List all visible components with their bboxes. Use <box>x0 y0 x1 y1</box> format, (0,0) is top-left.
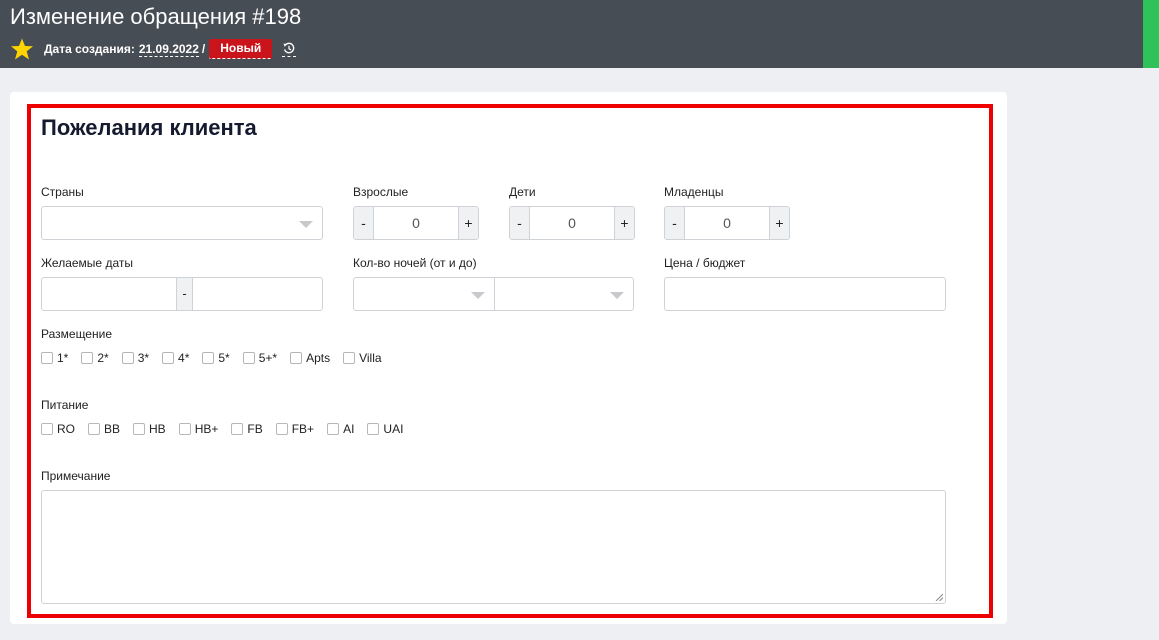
infants-plus-button[interactable]: + <box>769 207 789 239</box>
budget-input[interactable] <box>664 277 946 311</box>
resize-grip-icon[interactable] <box>935 593 943 601</box>
checkbox[interactable] <box>290 352 303 364</box>
checkbox[interactable] <box>178 423 191 435</box>
dates-range: - <box>41 277 323 311</box>
status-accent-strip <box>1143 0 1159 68</box>
infants-value[interactable]: 0 <box>685 207 769 239</box>
children-label: Дети <box>509 185 536 199</box>
infants-label: Младенцы <box>664 185 724 199</box>
top-header: Изменение обращения #198 Дата создания: … <box>0 0 1159 68</box>
accommodation-option-2[interactable]: 2* <box>81 351 109 365</box>
children-minus-button[interactable]: - <box>510 207 530 239</box>
checkbox[interactable] <box>242 352 255 364</box>
checkbox[interactable] <box>343 352 356 364</box>
budget-label: Цена / бюджет <box>664 256 746 270</box>
meal-option-hb[interactable]: HB <box>133 422 166 436</box>
checkbox[interactable] <box>327 423 340 435</box>
meal-options: RO BB HB HB+ FB FB+ AI UAI <box>41 422 416 436</box>
accommodation-option-3[interactable]: 3* <box>121 351 149 365</box>
infants-stepper: - 0 + <box>664 206 790 240</box>
adults-label: Взрослые <box>353 185 409 199</box>
meal-option-fb[interactable]: FB <box>231 422 263 436</box>
checkbox[interactable] <box>41 352 53 364</box>
children-plus-button[interactable]: + <box>614 207 634 239</box>
chevron-down-icon <box>610 292 624 299</box>
section-title: Пожелания клиента <box>41 115 257 140</box>
note-textarea[interactable] <box>41 490 946 604</box>
accommodation-option-villa[interactable]: Villa <box>343 351 382 365</box>
meta-row: Дата создания: 21.09.2022 / Новый <box>10 38 297 60</box>
history-icon[interactable] <box>282 41 297 57</box>
checkbox[interactable] <box>162 352 175 364</box>
adults-value[interactable]: 0 <box>374 207 458 239</box>
accommodation-option-4[interactable]: 4* <box>162 351 189 365</box>
meal-option-bb[interactable]: BB <box>88 422 120 436</box>
checkbox[interactable] <box>121 352 134 364</box>
accommodation-option-5[interactable]: 5* <box>202 351 230 365</box>
countries-label: Страны <box>41 185 84 199</box>
date-to-input[interactable] <box>193 278 322 310</box>
checkbox[interactable] <box>133 423 146 435</box>
meta-separator: / <box>201 42 206 56</box>
checkbox[interactable] <box>88 423 100 435</box>
meal-option-hb-plus[interactable]: HB+ <box>178 422 218 436</box>
chevron-down-icon <box>471 292 485 299</box>
children-value[interactable]: 0 <box>530 207 614 239</box>
meal-option-fb-plus[interactable]: FB+ <box>275 422 314 436</box>
meal-label: Питание <box>41 398 89 412</box>
date-from-input[interactable] <box>42 278 176 310</box>
nights-to-select[interactable] <box>494 277 634 311</box>
page-title: Изменение обращения #198 <box>10 4 302 29</box>
countries-select[interactable] <box>41 206 323 240</box>
adults-stepper: - 0 + <box>353 206 479 240</box>
dates-label: Желаемые даты <box>41 256 133 270</box>
adults-plus-button[interactable]: + <box>458 207 478 239</box>
adults-minus-button[interactable]: - <box>354 207 374 239</box>
checkbox[interactable] <box>202 352 215 364</box>
nights-label: Кол-во ночей (от и до) <box>353 256 477 270</box>
accommodation-option-apts[interactable]: Apts <box>290 351 330 365</box>
meal-option-uai[interactable]: UAI <box>367 422 403 436</box>
children-stepper: - 0 + <box>509 206 635 240</box>
created-date-label: Дата создания: <box>44 42 135 56</box>
checkbox[interactable] <box>41 423 53 435</box>
date-range-separator: - <box>176 278 193 310</box>
meal-option-ai[interactable]: AI <box>327 422 354 436</box>
accommodation-option-5plus[interactable]: 5+* <box>242 351 277 365</box>
status-badge[interactable]: Новый <box>209 39 273 59</box>
checkbox[interactable] <box>367 423 380 435</box>
star-icon[interactable] <box>10 38 34 60</box>
accommodation-label: Размещение <box>41 327 112 341</box>
accommodation-option-1[interactable]: 1* <box>41 351 68 365</box>
created-date-value[interactable]: 21.09.2022 <box>138 42 199 57</box>
accommodation-options: 1* 2* 3* 4* 5* 5+* Apts Villa <box>41 351 395 365</box>
meal-option-ro[interactable]: RO <box>41 422 75 436</box>
checkbox[interactable] <box>81 352 94 364</box>
infants-minus-button[interactable]: - <box>665 207 685 239</box>
note-label: Примечание <box>41 469 111 483</box>
checkbox[interactable] <box>275 423 288 435</box>
checkbox[interactable] <box>231 423 244 435</box>
chevron-down-icon <box>299 221 313 228</box>
nights-from-select[interactable] <box>353 277 495 311</box>
